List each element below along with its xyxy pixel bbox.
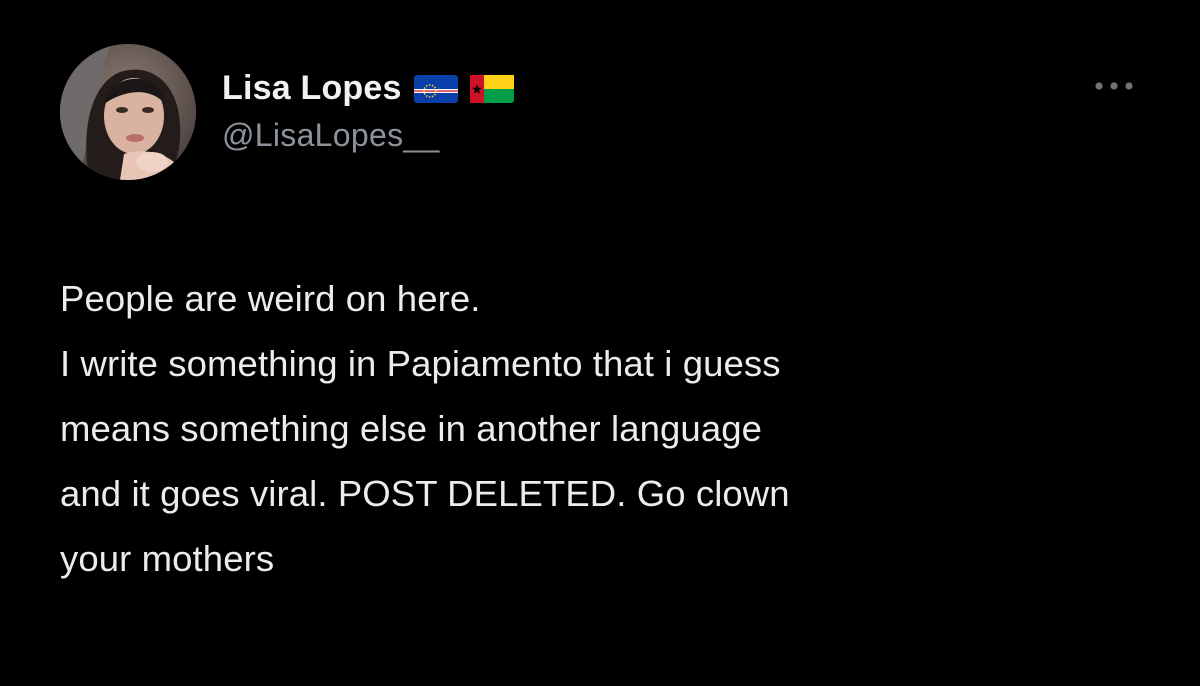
name-row: Lisa Lopes <box>222 65 514 113</box>
tweet-text: People are weird on here. I write someth… <box>60 266 1160 591</box>
tweet-text-line: means something else in another language <box>60 408 763 449</box>
tweet-card: Lisa Lopes @LisaLopes__ People are weird… <box>0 0 1200 686</box>
tweet-text-line: I write something in Papiamento that i g… <box>60 343 781 384</box>
tweet-header: Lisa Lopes @LisaLopes__ <box>60 44 514 180</box>
cape-verde-flag-icon <box>413 74 458 103</box>
guinea-bissau-flag-icon <box>469 74 514 103</box>
tweet-text-line: People are weird on here. <box>60 278 481 319</box>
more-options-button[interactable] <box>1086 74 1142 98</box>
tweet-text-line: and it goes viral. POST DELETED. Go clow… <box>60 473 790 514</box>
avatar-image <box>60 44 196 180</box>
user-info: Lisa Lopes @LisaLopes__ <box>222 65 514 154</box>
user-handle[interactable]: @LisaLopes__ <box>222 117 514 154</box>
display-name[interactable]: Lisa Lopes <box>222 69 402 108</box>
more-horizontal-icon <box>1095 82 1133 90</box>
tweet-text-line: your mothers <box>60 538 275 579</box>
avatar[interactable] <box>60 44 196 180</box>
